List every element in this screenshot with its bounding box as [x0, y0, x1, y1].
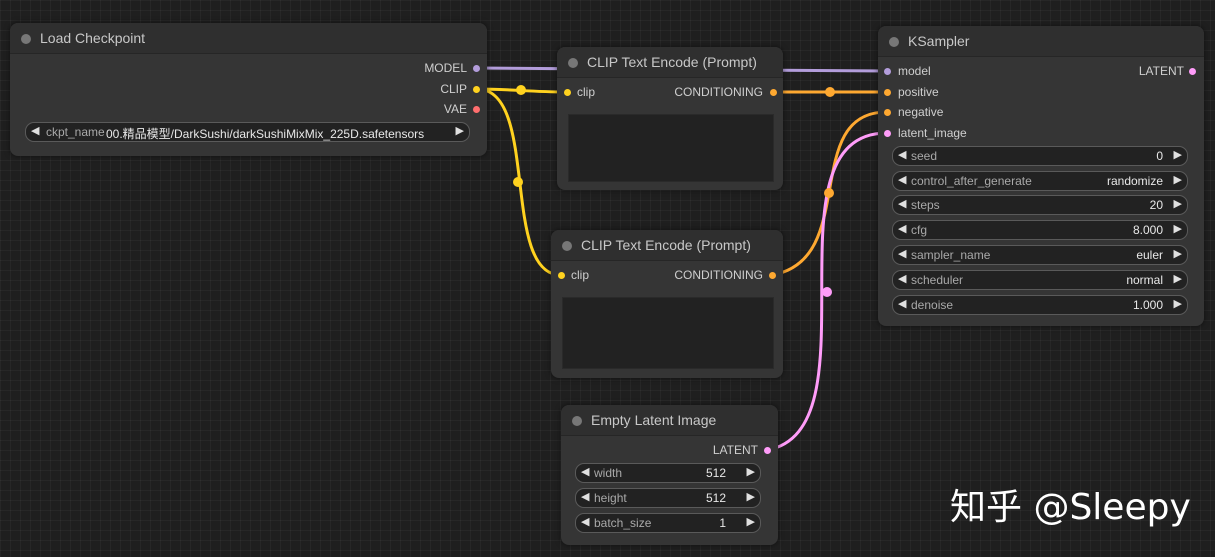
collapse-dot-icon[interactable]: [568, 58, 578, 68]
scheduler-combo[interactable]: ◀ scheduler normal ▶: [892, 270, 1188, 290]
arrow-left-icon[interactable]: ◀: [581, 515, 589, 528]
arrow-right-icon[interactable]: ▶: [1174, 197, 1182, 210]
input-slot-positive[interactable]: positive: [898, 85, 939, 101]
collapse-dot-icon[interactable]: [562, 241, 572, 251]
prompt-textarea[interactable]: [568, 114, 774, 182]
slot-dot-icon[interactable]: [564, 89, 571, 96]
arrow-right-icon[interactable]: ▶: [1174, 272, 1182, 285]
input-slot-negative[interactable]: negative: [898, 105, 943, 121]
node-header[interactable]: Load Checkpoint: [10, 23, 487, 54]
arrow-right-icon[interactable]: ▶: [456, 124, 464, 137]
input-slot-clip[interactable]: clip: [571, 268, 589, 284]
height-widget[interactable]: ◀ height 512 ▶: [575, 488, 761, 508]
ckpt-name-combo[interactable]: ◀ ckpt_name 00.精品模型/DarkSushi/darkSushiM…: [25, 122, 470, 142]
output-slot-latent[interactable]: LATENT: [713, 443, 758, 459]
node-header[interactable]: Empty Latent Image: [561, 405, 778, 436]
node-title: CLIP Text Encode (Prompt): [587, 54, 757, 70]
slot-dot-icon[interactable]: [884, 130, 891, 137]
sampler-name-combo[interactable]: ◀ sampler_name euler ▶: [892, 245, 1188, 265]
node-title: CLIP Text Encode (Prompt): [581, 237, 751, 253]
node-empty-latent-image[interactable]: Empty Latent Image LATENT ◀ width 512 ▶ …: [561, 405, 778, 545]
seed-widget[interactable]: ◀ seed 0 ▶: [892, 146, 1188, 166]
batch-size-widget[interactable]: ◀ batch_size 1 ▶: [575, 513, 761, 533]
arrow-right-icon[interactable]: ▶: [1174, 247, 1182, 260]
node-clip-text-encode-1[interactable]: CLIP Text Encode (Prompt) clip CONDITION…: [557, 47, 783, 190]
arrow-left-icon[interactable]: ◀: [898, 197, 906, 210]
arrow-left-icon[interactable]: ◀: [898, 148, 906, 161]
node-title: KSampler: [908, 33, 970, 49]
input-slot-clip[interactable]: clip: [577, 85, 595, 101]
arrow-right-icon[interactable]: ▶: [1174, 297, 1182, 310]
arrow-left-icon[interactable]: ◀: [898, 297, 906, 310]
slot-dot-icon[interactable]: [473, 65, 480, 72]
slot-dot-icon[interactable]: [473, 106, 480, 113]
node-header[interactable]: KSampler: [878, 26, 1204, 57]
arrow-right-icon[interactable]: ▶: [1174, 222, 1182, 235]
arrow-left-icon[interactable]: ◀: [898, 272, 906, 285]
input-slot-latent-image[interactable]: latent_image: [898, 126, 967, 142]
output-slot-conditioning[interactable]: CONDITIONING: [674, 85, 763, 101]
width-widget[interactable]: ◀ width 512 ▶: [575, 463, 761, 483]
wire-midpoint[interactable]: [513, 177, 523, 187]
slot-dot-icon[interactable]: [769, 272, 776, 279]
wire-midpoint[interactable]: [824, 188, 834, 198]
slot-dot-icon[interactable]: [884, 89, 891, 96]
slot-dot-icon[interactable]: [764, 447, 771, 454]
arrow-right-icon[interactable]: ▶: [747, 465, 755, 478]
slot-dot-icon[interactable]: [558, 272, 565, 279]
output-slot-clip[interactable]: CLIP: [440, 82, 467, 98]
wire-midpoint[interactable]: [825, 87, 835, 97]
collapse-dot-icon[interactable]: [572, 416, 582, 426]
node-title: Empty Latent Image: [591, 412, 717, 428]
node-header[interactable]: CLIP Text Encode (Prompt): [551, 230, 783, 261]
arrow-left-icon[interactable]: ◀: [898, 247, 906, 260]
wire-midpoint[interactable]: [822, 287, 832, 297]
output-slot-conditioning[interactable]: CONDITIONING: [674, 268, 763, 284]
arrow-left-icon[interactable]: ◀: [898, 173, 906, 186]
input-slot-model[interactable]: model: [898, 64, 931, 80]
arrow-left-icon[interactable]: ◀: [581, 490, 589, 503]
control-after-generate-combo[interactable]: ◀ control_after_generate randomize ▶: [892, 171, 1188, 191]
node-graph-canvas[interactable]: Load Checkpoint MODEL CLIP VAE ◀ ckpt_na…: [0, 0, 1215, 557]
slot-dot-icon[interactable]: [884, 68, 891, 75]
slot-dot-icon[interactable]: [473, 86, 480, 93]
slot-dot-icon[interactable]: [770, 89, 777, 96]
node-title: Load Checkpoint: [40, 30, 146, 46]
watermark: 知乎 @Sleepy: [950, 487, 1191, 528]
output-slot-vae[interactable]: VAE: [444, 102, 467, 118]
node-header[interactable]: CLIP Text Encode (Prompt): [557, 47, 783, 78]
arrow-right-icon[interactable]: ▶: [747, 490, 755, 503]
arrow-left-icon[interactable]: ◀: [581, 465, 589, 478]
prompt-textarea[interactable]: [562, 297, 774, 369]
node-ksampler[interactable]: KSampler model LATENT positive negative …: [878, 26, 1204, 326]
arrow-right-icon[interactable]: ▶: [1174, 148, 1182, 161]
arrow-right-icon[interactable]: ▶: [1174, 173, 1182, 186]
collapse-dot-icon[interactable]: [21, 34, 31, 44]
cfg-widget[interactable]: ◀ cfg 8.000 ▶: [892, 220, 1188, 240]
arrow-left-icon[interactable]: ◀: [31, 124, 39, 137]
arrow-right-icon[interactable]: ▶: [747, 515, 755, 528]
slot-dot-icon[interactable]: [1189, 68, 1196, 75]
denoise-widget[interactable]: ◀ denoise 1.000 ▶: [892, 295, 1188, 315]
steps-widget[interactable]: ◀ steps 20 ▶: [892, 195, 1188, 215]
collapse-dot-icon[interactable]: [889, 37, 899, 47]
output-slot-latent[interactable]: LATENT: [1139, 64, 1184, 80]
wire-midpoint[interactable]: [516, 85, 526, 95]
node-load-checkpoint[interactable]: Load Checkpoint MODEL CLIP VAE ◀ ckpt_na…: [10, 23, 487, 156]
slot-dot-icon[interactable]: [884, 109, 891, 116]
arrow-left-icon[interactable]: ◀: [898, 222, 906, 235]
node-clip-text-encode-2[interactable]: CLIP Text Encode (Prompt) clip CONDITION…: [551, 230, 783, 378]
output-slot-model[interactable]: MODEL: [424, 61, 467, 77]
